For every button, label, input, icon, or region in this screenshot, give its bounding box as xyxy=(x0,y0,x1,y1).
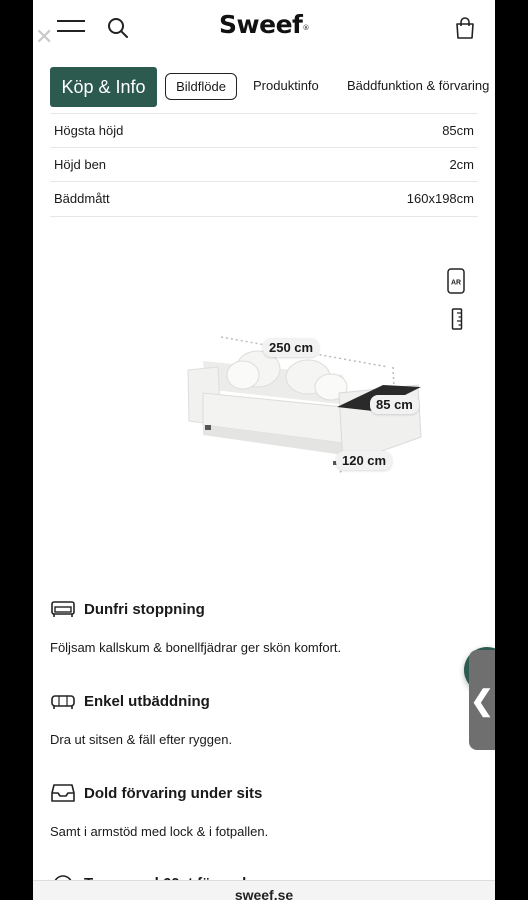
tab-produktinfo[interactable]: Produktinfo xyxy=(253,78,319,93)
feature-item: Dold förvaring under sits Samt i armstöd… xyxy=(50,779,470,839)
feature-item: Dunfri stoppning Följsam kallskum & bone… xyxy=(50,595,470,656)
spec-value: 85cm xyxy=(442,122,474,138)
spec-label: Högsta höjd xyxy=(54,122,124,138)
chevron-left-icon: ❮ xyxy=(470,684,494,716)
shopping-bag-icon[interactable] xyxy=(454,16,476,40)
spec-label: Bäddmått xyxy=(54,191,110,207)
sofa-bed-icon xyxy=(51,695,75,709)
spec-label: Höjd ben xyxy=(54,156,107,172)
feature-title: Dold förvaring under sits xyxy=(84,784,263,802)
storage-tray-icon xyxy=(51,784,75,802)
spec-row: Höjd ben 2cm xyxy=(50,148,478,182)
feature-item: Enkel utbäddning Dra ut sitsen & fäll ef… xyxy=(50,687,470,748)
feature-text: Dra ut sitsen & fäll efter ryggen. xyxy=(50,732,233,747)
browser-url-bar[interactable]: sweef.se xyxy=(33,880,495,900)
url-text: sweef.se xyxy=(234,887,294,900)
feature-title: Enkel utbäddning xyxy=(84,692,210,710)
feature-text: Följsam kallskum & bonellfjädrar ger skö… xyxy=(50,640,342,655)
spec-value: 160x198cm xyxy=(406,191,474,207)
spec-table: Högsta höjd 85cm Höjd ben 2cm Bäddmått 1… xyxy=(50,113,478,217)
ar-view-icon[interactable]: AR xyxy=(447,268,465,294)
dimension-depth-label: 120 cm xyxy=(336,451,393,470)
app-screen: ✕ Sweef® Köp & Info Bildflöde Produktinf… xyxy=(33,0,495,900)
tab-bildflode[interactable]: Bildflöde xyxy=(165,73,237,100)
tab-kop-info[interactable]: Köp & Info xyxy=(50,67,157,107)
side-drawer-handle[interactable]: ❮ xyxy=(469,650,495,750)
tab-baddfunktion[interactable]: Bäddfunktion & förvaring xyxy=(347,78,489,93)
ruler-icon[interactable] xyxy=(451,308,463,330)
section-tabs: Köp & Info Bildflöde Produktinfo Bäddfun… xyxy=(33,60,495,112)
spec-value: 2cm xyxy=(449,156,474,172)
dimension-width-label: 250 cm xyxy=(263,338,320,357)
top-header: ✕ Sweef® xyxy=(33,0,495,55)
sofa-cushion-icon xyxy=(51,601,75,617)
feature-text: Samt i armstöd med lock & i fotpallen. xyxy=(50,824,269,839)
brand-logo[interactable]: Sweef® xyxy=(33,10,495,39)
spec-row: Bäddmått 160x198cm xyxy=(50,182,478,217)
dimension-height-label: 85 cm xyxy=(370,395,419,414)
ar-label: AR xyxy=(451,280,461,287)
feature-title: Dunfri stoppning xyxy=(84,600,205,618)
spec-row: Högsta höjd 85cm xyxy=(50,113,478,148)
